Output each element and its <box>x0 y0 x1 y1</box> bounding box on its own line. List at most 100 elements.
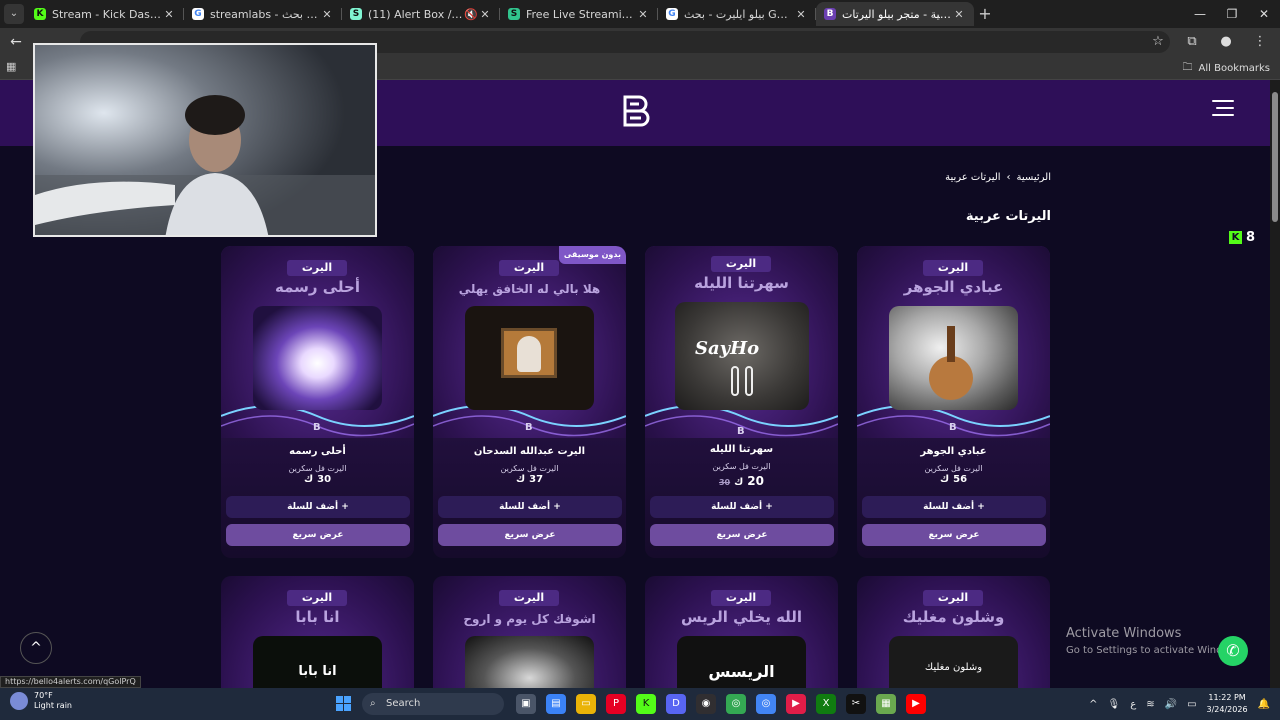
task-view-icon[interactable]: ▣ <box>516 694 536 714</box>
product-name[interactable]: أحلى رسمه <box>221 446 414 457</box>
taskbar-apps: ▣ ▤ ▭ P K D ◉ ◎ ◎ ▶ X ✂ ▦ ▶ <box>516 694 926 714</box>
tab-arabic-alerts[interactable]: B اليرتات عربية - متجر بيلو اليرتات ✕ <box>816 2 974 26</box>
mute-icon[interactable]: 🔇 <box>464 8 478 21</box>
system-tray: ^ 🎙 ع ≋ 🔊 ▭ 11:22 PM 3/24/2026 🔔 <box>1089 692 1270 716</box>
volume-icon[interactable]: 🔊 <box>1165 699 1177 710</box>
page-scrollbar[interactable] <box>1270 80 1280 688</box>
quick-view-button[interactable]: عرض سريع <box>650 524 834 546</box>
kebab-menu-icon[interactable]: ⋮ <box>1250 32 1270 52</box>
thumbnail-text: وشلون مغليك <box>924 662 983 673</box>
product-thumbnail[interactable]: SayHo <box>675 302 809 410</box>
media-player-icon[interactable]: ▶ <box>786 694 806 714</box>
add-to-cart-button[interactable]: + أضف للسلة <box>650 496 834 518</box>
back-to-top-button[interactable]: ^ <box>20 632 52 664</box>
chevron-up-icon[interactable]: ^ <box>1089 699 1097 710</box>
add-to-cart-label: أضف للسلة <box>711 502 763 512</box>
close-icon[interactable]: ✕ <box>478 8 492 21</box>
product-card[interactable]: اليرت وشلون مغليك وشلون مغليك <box>857 576 1050 688</box>
profile-avatar-icon[interactable]: ● <box>1216 32 1236 52</box>
product-card[interactable]: اليرت سهرتنا الليله SayHo B سهرتنا الليل… <box>645 246 838 558</box>
windows-start-icon[interactable] <box>336 696 352 712</box>
minimize-icon[interactable]: — <box>1184 0 1216 28</box>
no-music-badge: بدون موسيقى <box>558 246 626 264</box>
breadcrumb-home[interactable]: الرئيسية <box>1017 172 1051 183</box>
wifi-icon[interactable]: ≋ <box>1146 699 1154 710</box>
close-icon[interactable]: ✕ <box>952 8 966 21</box>
scrollbar-thumb[interactable] <box>1272 92 1278 222</box>
product-thumbnail[interactable]: الريسس <box>677 636 806 688</box>
product-card[interactable]: اليرت عبادي الجوهر B عبادي الجوهر اليرت … <box>857 246 1050 558</box>
currency-icon: ك <box>939 474 950 485</box>
discord-icon[interactable]: D <box>666 694 686 714</box>
product-thumbnail[interactable]: وشلون مغليك <box>889 636 1018 688</box>
minecraft-icon[interactable]: ▦ <box>876 694 896 714</box>
kick-logo-icon: K <box>1229 231 1242 244</box>
store-icon[interactable]: ▤ <box>546 694 566 714</box>
weather-widget[interactable]: 70°F Light rain <box>10 691 72 711</box>
back-arrow-icon[interactable]: ← <box>6 32 26 52</box>
file-explorer-icon[interactable]: ▭ <box>576 694 596 714</box>
product-name[interactable]: اليرت عبدالله السدحان <box>433 446 626 457</box>
extensions-icon[interactable]: ⧉ <box>1182 32 1202 52</box>
quick-view-button[interactable]: عرض سريع <box>438 524 622 546</box>
currency-icon: ك <box>515 474 526 485</box>
tab-free-live-streaming[interactable]: S Free Live Streaming & Recording ✕ <box>500 2 658 26</box>
hamburger-menu-icon[interactable] <box>1210 100 1234 120</box>
apps-grid-icon[interactable]: ▦ <box>6 60 22 76</box>
product-thumbnail[interactable] <box>889 306 1018 410</box>
quick-view-button[interactable]: عرض سريع <box>226 524 410 546</box>
add-to-cart-button[interactable]: + أضف للسلة <box>226 496 410 518</box>
product-thumbnail[interactable] <box>465 636 594 688</box>
kick-app-icon[interactable]: K <box>636 694 656 714</box>
product-card[interactable]: بدون موسيقى اليرت هلا بالي له الخافق يهل… <box>433 246 626 558</box>
tab-search-button[interactable]: ⌄ <box>4 4 24 24</box>
tab-streamlabs-search[interactable]: G streamlabs - بحث Google ✕ <box>184 2 342 26</box>
product-name[interactable]: عبادي الجوهر <box>857 446 1050 457</box>
pinterest-icon[interactable]: P <box>606 694 626 714</box>
language-indicator[interactable]: ع <box>1130 699 1136 710</box>
youtube-icon[interactable]: ▶ <box>906 694 926 714</box>
close-icon[interactable]: ✕ <box>162 8 176 21</box>
bookmark-star-icon[interactable]: ☆ <box>1148 32 1168 52</box>
quick-view-button[interactable]: عرض سريع <box>862 524 1046 546</box>
add-to-cart-button[interactable]: + أضف للسلة <box>862 496 1046 518</box>
chrome-icon[interactable]: ◎ <box>726 694 746 714</box>
product-card[interactable]: اليرت أحلى رسمه B أحلى رسمه اليرت فل سكر… <box>221 246 414 558</box>
chrome-active-icon[interactable]: ◎ <box>756 694 776 714</box>
product-thumbnail[interactable] <box>465 306 594 410</box>
all-bookmarks[interactable]: 🗀 All Bookmarks <box>1183 60 1270 77</box>
product-price: ك 37 <box>433 474 626 485</box>
product-thumbnail[interactable] <box>253 306 382 410</box>
add-to-cart-button[interactable]: + أضف للسلة <box>438 496 622 518</box>
product-name[interactable]: سهرتنا الليله <box>645 444 838 455</box>
breadcrumb-separator: › <box>1006 172 1011 183</box>
whatsapp-icon[interactable]: ✆ <box>1218 636 1248 666</box>
tab-bello-search[interactable]: G بيلو ايليرت - بحث Google ✕ <box>658 2 816 26</box>
tab-kick-dashboard[interactable]: K Stream - Kick Dashboard ✕ <box>26 2 184 26</box>
weather-temp: 70°F <box>34 691 53 700</box>
restore-icon[interactable]: ❐ <box>1216 0 1248 28</box>
taskbar-search[interactable]: ⌕ Search <box>362 693 504 715</box>
new-tab-button[interactable]: + <box>974 2 996 26</box>
battery-icon[interactable]: ▭ <box>1187 699 1196 710</box>
notifications-icon[interactable]: 🔔 <box>1258 699 1270 710</box>
tab-alert-box[interactable]: S (11) Alert Box / Streamlabs 🔇 ✕ <box>342 2 500 26</box>
capcut-icon[interactable]: ✂ <box>846 694 866 714</box>
obs-icon[interactable]: ◉ <box>696 694 716 714</box>
product-thumbnail[interactable]: انا بابا <box>253 636 382 688</box>
xbox-icon[interactable]: X <box>816 694 836 714</box>
product-description: اليرت فل سكرين <box>500 464 559 473</box>
product-card[interactable]: اليرت اشوفك كل يوم و اروح <box>433 576 626 688</box>
alert-tag: اليرت <box>499 260 559 276</box>
product-card[interactable]: اليرت الله يخلي الريس الريسس <box>645 576 838 688</box>
close-icon[interactable]: ✕ <box>320 8 334 21</box>
close-icon[interactable]: ✕ <box>636 8 650 21</box>
webcam-feed <box>35 45 375 235</box>
bello-logo-icon[interactable] <box>621 94 651 128</box>
microphone-icon[interactable]: 🎙 <box>1108 699 1121 710</box>
google-favicon-icon: G <box>192 8 204 20</box>
close-icon[interactable]: ✕ <box>794 8 808 21</box>
close-window-icon[interactable]: ✕ <box>1248 0 1280 28</box>
clock[interactable]: 11:22 PM 3/24/2026 <box>1207 692 1248 716</box>
product-card[interactable]: اليرت انا بابا انا بابا <box>221 576 414 688</box>
